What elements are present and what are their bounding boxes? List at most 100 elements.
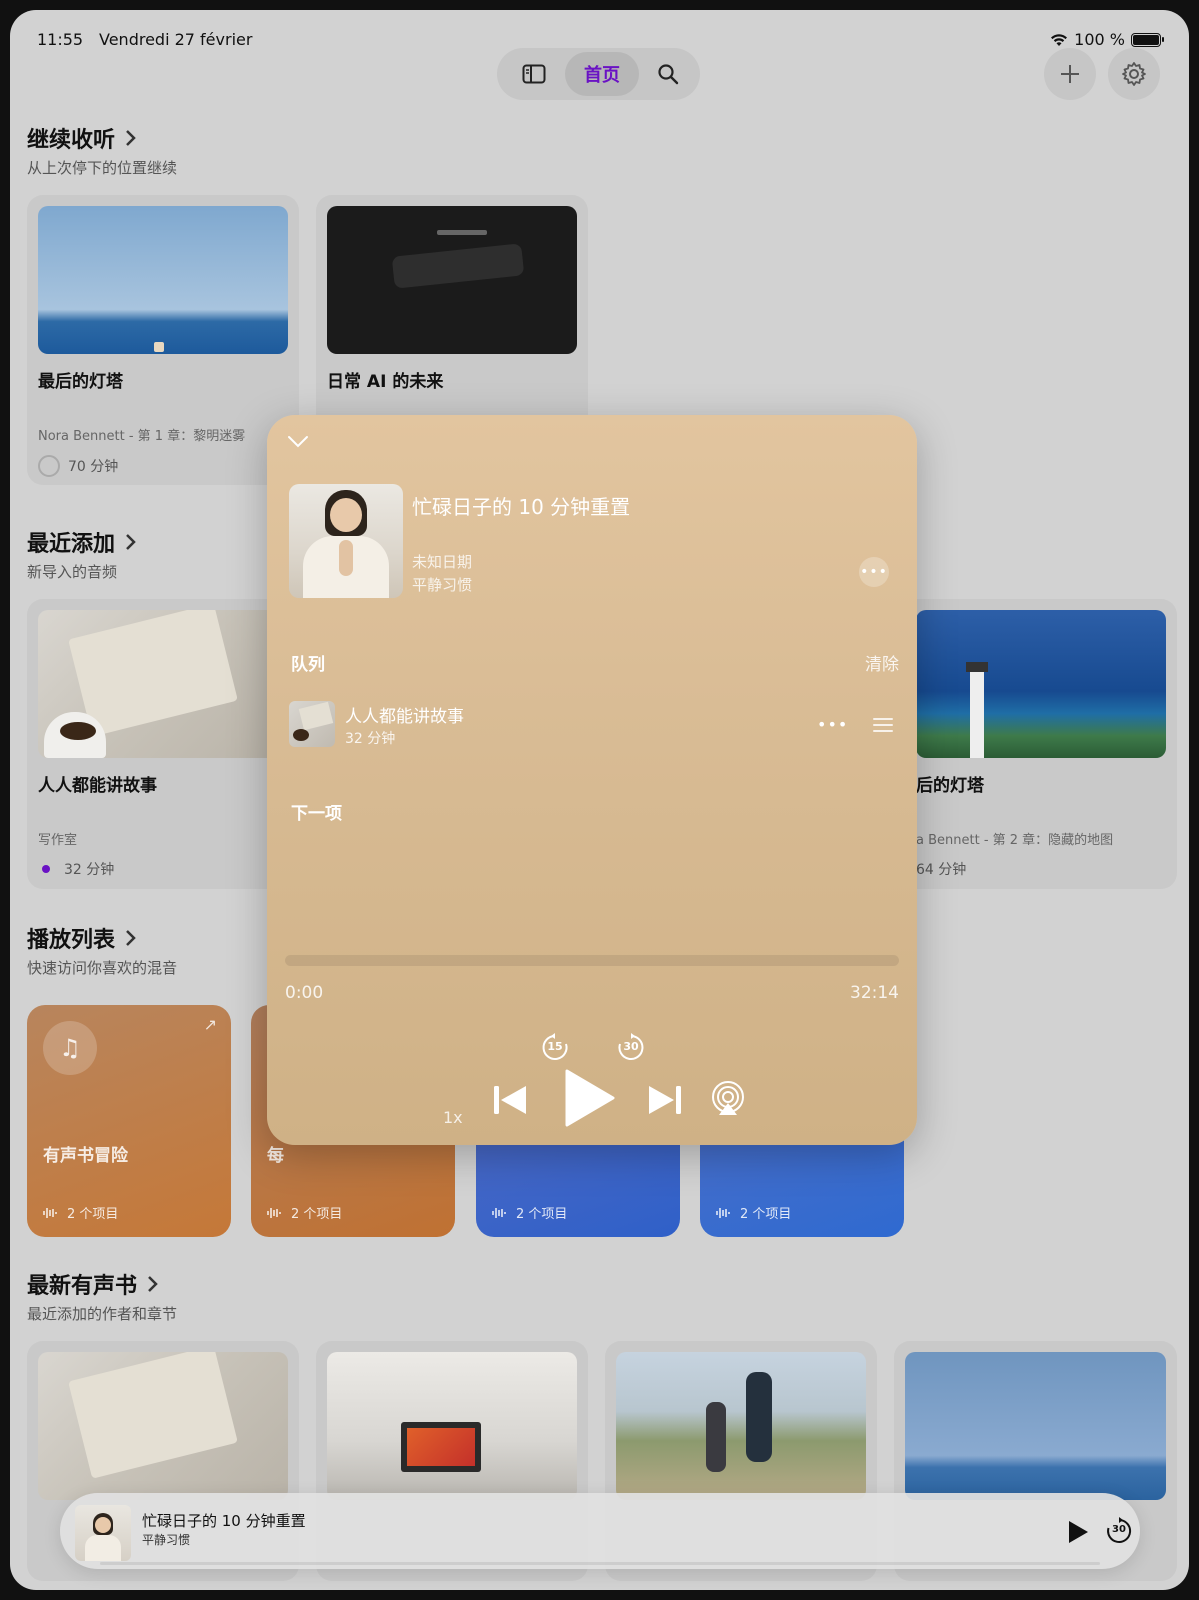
audiobooks-section-header[interactable]: 最新有声书: [27, 1268, 159, 1300]
recent-card-lighthouse[interactable]: 后的灯塔 a Bennett - 第 2 章：隐藏的地图 64 分钟: [882, 599, 1177, 889]
playlist-title: 每: [267, 1146, 284, 1166]
playlists-subtitle: 快速访问你喜欢的混音: [27, 959, 178, 977]
duration-label: 70 分钟: [68, 459, 119, 475]
search-icon: [658, 64, 679, 85]
chevron-right-icon: [126, 130, 136, 146]
card-title: 最后的灯塔: [38, 372, 123, 392]
search-button[interactable]: [643, 52, 693, 96]
card-title: 人人都能讲故事: [38, 776, 157, 796]
mini-player[interactable]: 忙碌日子的 10 分钟重置 平静习惯 30: [60, 1493, 1140, 1569]
chevron-right-icon: [148, 1276, 158, 1292]
cover-image-sea: [905, 1352, 1166, 1500]
app-screen: 11:55 Vendredi 27 février 100 % 首页 继续收听 …: [10, 10, 1189, 1590]
clear-queue-button[interactable]: 清除: [865, 650, 899, 675]
mini-skip-forward-button[interactable]: 30: [1104, 1516, 1134, 1546]
recent-section-header[interactable]: 最近添加: [27, 526, 137, 558]
queue-item-title[interactable]: 人人都能讲故事: [345, 702, 464, 727]
continue-section-header[interactable]: 继续收听: [27, 122, 137, 154]
queue-heading: 队列: [291, 655, 325, 675]
play-icon[interactable]: [1066, 1519, 1090, 1545]
battery-percent: 100 %: [1074, 30, 1125, 49]
gear-icon: [1122, 62, 1146, 86]
total-time: 32:14: [850, 983, 899, 1003]
skip-forward-button[interactable]: 30: [615, 1031, 647, 1063]
battery-icon: [1131, 32, 1164, 47]
recent-title: 最近添加: [27, 532, 116, 557]
mini-player-subtitle: 平静习惯: [142, 1533, 191, 1547]
new-indicator-dot: [42, 865, 50, 873]
play-icon[interactable]: [563, 1068, 615, 1128]
more-options-button[interactable]: •••: [859, 557, 889, 587]
next-up-heading: 下一项: [291, 804, 342, 824]
mini-player-progress: [100, 1562, 1100, 1565]
card-title: 日常 AI 的未来: [327, 372, 444, 392]
mini-player-title: 忙碌日子的 10 分钟重置: [142, 1512, 306, 1530]
music-list-icon: ♫: [43, 1021, 97, 1075]
playlist-title: 有声书冒险: [43, 1146, 128, 1166]
card-title: 后的灯塔: [916, 776, 984, 796]
previous-track-icon[interactable]: [492, 1083, 528, 1117]
playlists-section-header[interactable]: 播放列表: [27, 922, 137, 954]
card-meta: Nora Bennett - 第 1 章：黎明迷雾: [38, 429, 246, 444]
playlist-card-audiobook-adventure[interactable]: ♫ ↗ 有声书冒险 2 个项目: [27, 1005, 231, 1237]
add-button[interactable]: [1044, 48, 1096, 100]
reorder-handle-icon[interactable]: [873, 718, 893, 736]
continue-subtitle: 从上次停下的位置继续: [27, 159, 178, 177]
continue-card-lighthouse[interactable]: 最后的灯塔 Nora Bennett - 第 1 章：黎明迷雾 70 分钟: [27, 195, 299, 485]
progress-ring-icon: [38, 455, 60, 477]
now-playing-sheet: 忙碌日子的 10 分钟重置 未知日期 平静习惯 ••• 队列 清除 人人都能讲故…: [267, 415, 917, 1145]
mini-player-artwork: [75, 1505, 131, 1561]
skip-back-button[interactable]: 15: [539, 1031, 571, 1063]
next-track-icon[interactable]: [647, 1083, 683, 1117]
cover-image-notebook: [38, 1352, 288, 1500]
card-duration: 32 分钟: [38, 859, 114, 879]
playlist-count: 2 个项目: [492, 1203, 567, 1222]
now-playing-title: 忙碌日子的 10 分钟重置: [412, 495, 631, 519]
queue-item-artwork: [289, 701, 335, 747]
elapsed-time: 0:00: [285, 983, 324, 1003]
audiobooks-title: 最新有声书: [27, 1274, 138, 1299]
cover-image-notebook: [38, 610, 288, 758]
duration-label: 32 分钟: [64, 862, 115, 878]
waveform-icon: [716, 1207, 730, 1218]
top-navigation: 首页: [497, 48, 700, 100]
status-right: 100 %: [1050, 30, 1164, 49]
playlist-count: 2 个项目: [716, 1203, 791, 1222]
queue-item-more-button[interactable]: •••: [817, 715, 848, 734]
cover-image-runners: [616, 1352, 866, 1500]
tab-home[interactable]: 首页: [565, 52, 639, 96]
wifi-icon: [1051, 33, 1068, 46]
cover-image-desk: [327, 1352, 577, 1500]
status-date: Vendredi 27 février: [99, 30, 253, 49]
card-meta: a Bennett - 第 2 章：隐藏的地图: [916, 833, 1114, 848]
waveform-icon: [43, 1207, 57, 1218]
airplay-icon[interactable]: [710, 1081, 746, 1117]
now-playing-artwork: [289, 484, 403, 598]
waveform-icon: [267, 1207, 281, 1218]
recent-card-storytelling[interactable]: 人人都能讲故事 写作室 32 分钟: [27, 599, 299, 889]
playlist-count: 2 个项目: [267, 1203, 342, 1222]
sidebar-toggle-button[interactable]: [509, 52, 559, 96]
waveform-icon: [492, 1207, 506, 1218]
recent-subtitle: 新导入的音频: [27, 563, 118, 581]
chevron-right-icon: [126, 930, 136, 946]
now-playing-category: 平静习惯: [412, 576, 473, 594]
plus-icon: [1061, 65, 1079, 83]
playback-progress-bar[interactable]: [285, 955, 899, 966]
playlist-count: 2 个项目: [43, 1203, 118, 1222]
chevron-down-icon[interactable]: [285, 429, 311, 455]
card-duration: 70 分钟: [38, 455, 118, 477]
settings-button[interactable]: [1108, 48, 1160, 100]
cover-image-lighthouse: [916, 610, 1166, 758]
queue-item-duration: 32 分钟: [345, 731, 396, 747]
chevron-right-icon: [126, 534, 136, 550]
playback-speed-button[interactable]: 1x: [443, 1108, 463, 1127]
status-time: 11:55: [37, 30, 84, 49]
card-duration: 64 分钟: [916, 859, 966, 879]
cover-image-sea: [38, 206, 288, 354]
card-meta: 写作室: [38, 833, 78, 848]
playlists-title: 播放列表: [27, 928, 116, 953]
audiobooks-subtitle: 最近添加的作者和章节: [27, 1305, 178, 1323]
now-playing-date: 未知日期: [412, 553, 473, 571]
duration-label: 64 分钟: [916, 862, 967, 878]
